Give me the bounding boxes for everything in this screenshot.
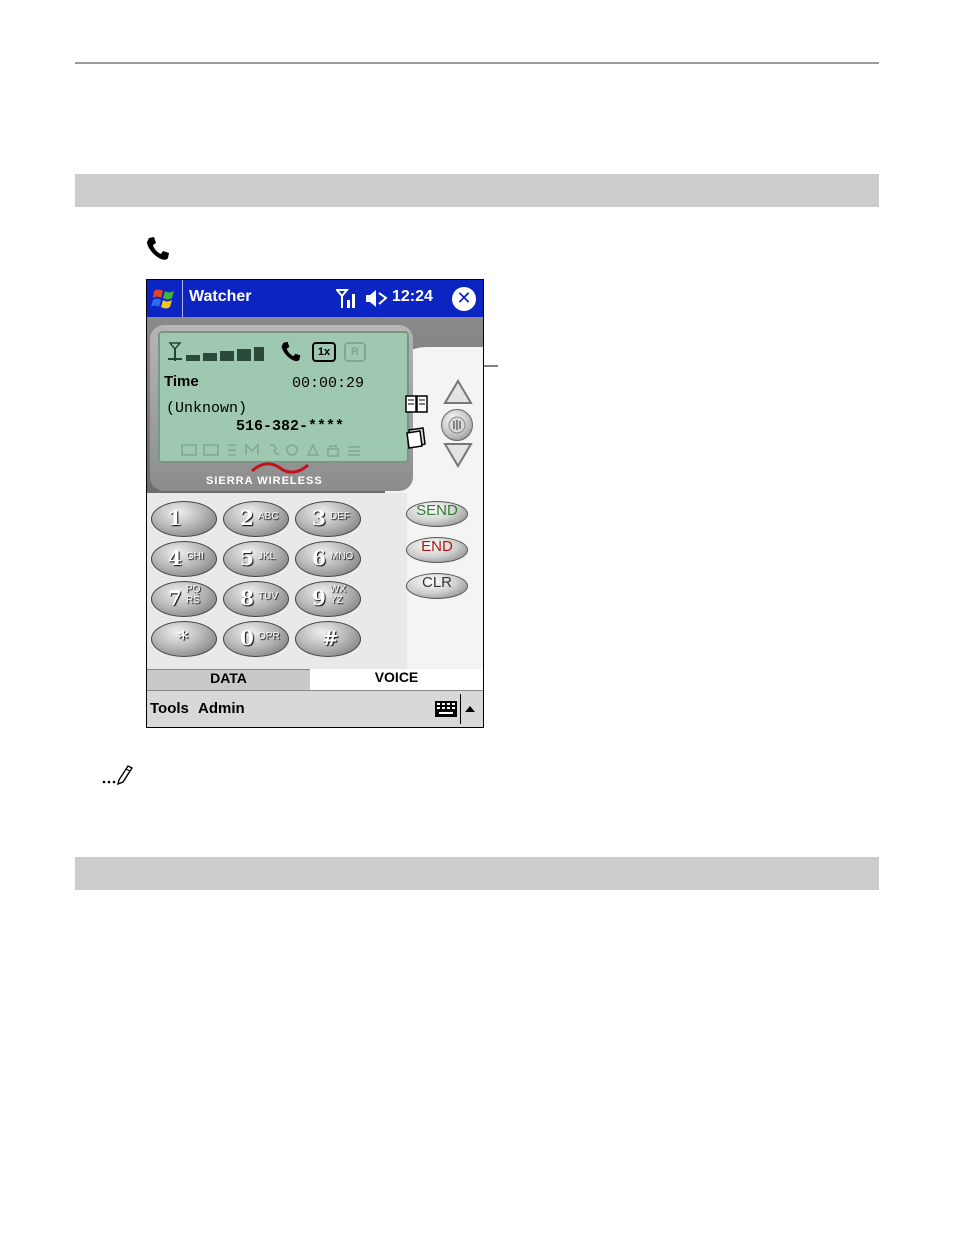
speaker-icon[interactable] bbox=[364, 289, 388, 308]
tab-bar: DATA VOICE bbox=[147, 669, 483, 691]
keypad-key-5[interactable]: 5 JKL bbox=[223, 541, 289, 577]
speaker-wave-icon bbox=[448, 416, 466, 434]
select-button[interactable] bbox=[441, 409, 473, 441]
key-digit: 7 bbox=[168, 586, 182, 610]
key-digit: 3 bbox=[312, 506, 326, 530]
watcher-body: 1x R Time 00:00:29 (Unknown) 516-382-***… bbox=[147, 317, 483, 707]
tab-voice[interactable]: VOICE bbox=[310, 669, 483, 690]
menu-admin[interactable]: Admin bbox=[198, 700, 245, 717]
lcd-display: 1x R Time 00:00:29 (Unknown) 516-382-***… bbox=[158, 331, 409, 463]
menu-separator bbox=[460, 694, 461, 724]
key-letters: JKL bbox=[258, 551, 276, 562]
menu-tools[interactable]: Tools bbox=[150, 700, 189, 717]
signal-strength-icon bbox=[168, 342, 264, 361]
key-letters: MNO bbox=[330, 551, 354, 562]
caller-name: (Unknown) bbox=[166, 400, 248, 417]
window-title: Watcher bbox=[189, 288, 252, 305]
keypad-key-star[interactable]: * bbox=[151, 621, 217, 657]
menu-bar: Tools Admin bbox=[147, 690, 483, 727]
keypad-key-8[interactable]: 8 TUV bbox=[223, 581, 289, 617]
keyboard-icon[interactable] bbox=[434, 700, 458, 718]
key-digit: 5 bbox=[240, 546, 254, 570]
time-label: Time bbox=[164, 373, 199, 390]
key-letters: DEF bbox=[330, 511, 350, 522]
keypad-key-6[interactable]: 6 MNO bbox=[295, 541, 361, 577]
brand-logo-text: SIERRA WIRELESS bbox=[206, 475, 323, 487]
key-letters: TUV bbox=[258, 591, 278, 602]
signal-icon[interactable] bbox=[336, 289, 358, 308]
key-digit: 4 bbox=[168, 546, 182, 570]
keypad-key-9[interactable]: 9 WX YZ bbox=[295, 581, 361, 617]
scroll-up-icon[interactable] bbox=[443, 379, 473, 405]
brand-swoosh bbox=[250, 462, 310, 474]
phonebook-icon[interactable] bbox=[405, 394, 429, 414]
clear-button[interactable]: CLR bbox=[406, 573, 468, 599]
keypad-key-4[interactable]: 4 GHI bbox=[151, 541, 217, 577]
call-timer: 00:00:29 bbox=[292, 375, 365, 392]
key-digit: 8 bbox=[240, 586, 254, 610]
key-digit: 9 bbox=[312, 586, 326, 610]
keypad-key-3[interactable]: 3 DEF bbox=[295, 501, 361, 537]
key-digit: 0 bbox=[240, 626, 254, 650]
keypad-key-2[interactable]: 2 ABC bbox=[223, 501, 289, 537]
status-indicators bbox=[181, 443, 360, 457]
roaming-badge: R bbox=[344, 342, 366, 362]
header-rule bbox=[75, 62, 879, 64]
pocketpc-screenshot: Watcher 12:24 ✕ 1x R Time 00:00:29 (Unkn… bbox=[146, 279, 484, 728]
input-panel-arrow-icon[interactable] bbox=[464, 704, 476, 714]
scroll-down-icon[interactable] bbox=[443, 442, 473, 468]
section-band-bottom bbox=[75, 857, 879, 890]
key-digit: # bbox=[322, 626, 339, 650]
keypad-key-pound[interactable]: # bbox=[295, 621, 361, 657]
key-digit: 1 bbox=[168, 506, 182, 530]
key-digit: * bbox=[178, 626, 189, 650]
keypad-key-7[interactable]: 7 PQ RS bbox=[151, 581, 217, 617]
clock: 12:24 bbox=[392, 288, 433, 305]
windows-start-icon[interactable] bbox=[148, 282, 181, 315]
section-band-top bbox=[75, 174, 879, 207]
key-digit: 6 bbox=[312, 546, 326, 570]
send-button[interactable]: SEND bbox=[406, 501, 468, 527]
phone-icon bbox=[147, 237, 169, 260]
key-letters: PQ RS bbox=[186, 584, 201, 606]
tab-data[interactable]: DATA bbox=[147, 669, 310, 691]
key-letters: ABC bbox=[258, 511, 279, 522]
key-letters: OPR bbox=[258, 631, 280, 642]
caller-number: 516-382-**** bbox=[236, 418, 345, 435]
close-button[interactable]: ✕ bbox=[452, 287, 476, 311]
network-1x-badge: 1x bbox=[312, 342, 336, 362]
keypad-key-0[interactable]: 0 OPR bbox=[223, 621, 289, 657]
title-separator bbox=[182, 280, 183, 317]
end-button[interactable]: END bbox=[406, 537, 468, 563]
key-letters: GHI bbox=[186, 551, 204, 562]
key-digit: 2 bbox=[240, 506, 254, 530]
key-letters: WX YZ bbox=[330, 584, 347, 606]
title-bar: Watcher 12:24 ✕ bbox=[147, 280, 483, 317]
notes-icon[interactable] bbox=[405, 427, 429, 449]
keypad-key-1[interactable]: 1 bbox=[151, 501, 217, 537]
note-pencil-icon bbox=[102, 765, 134, 786]
lcd-bezel: 1x R Time 00:00:29 (Unknown) 516-382-***… bbox=[150, 325, 413, 491]
lcd-phone-icon bbox=[281, 341, 301, 362]
